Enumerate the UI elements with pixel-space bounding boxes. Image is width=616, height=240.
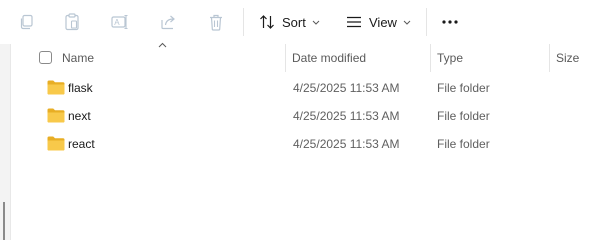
folder-icon — [47, 108, 65, 123]
folder-icon — [47, 80, 65, 95]
column-header-row: Name Date modified Type Size — [12, 42, 616, 72]
column-divider[interactable] — [549, 44, 550, 72]
copy-button[interactable] — [10, 0, 42, 44]
column-header-size[interactable]: Size — [556, 44, 612, 72]
view-label: View — [369, 14, 397, 30]
column-header-size-label: Size — [556, 51, 580, 65]
file-date-modified: 4/25/2025 11:53 AM — [293, 137, 400, 151]
column-header-date-modified[interactable]: Date modified — [292, 44, 432, 72]
file-date-modified: 4/25/2025 11:53 AM — [293, 109, 400, 123]
rename-icon: A — [111, 14, 128, 30]
column-header-name-label: Name — [62, 51, 95, 65]
view-button[interactable]: View — [338, 0, 414, 44]
delete-button[interactable] — [200, 0, 232, 44]
file-type: File folder — [437, 81, 490, 95]
sort-label: Sort — [282, 14, 306, 30]
file-row[interactable]: flask 4/25/2025 11:53 AM File folder — [12, 74, 616, 102]
paste-button[interactable] — [56, 0, 88, 44]
navigation-pane-edge — [0, 44, 11, 240]
file-date-modified: 4/25/2025 11:53 AM — [293, 81, 400, 95]
file-type: File folder — [437, 109, 490, 123]
column-header-date-label: Date modified — [292, 51, 367, 65]
command-bar: A Sort View — [0, 0, 616, 44]
file-row[interactable]: next 4/25/2025 11:53 AM File folder — [12, 102, 616, 130]
sort-icon — [260, 15, 274, 29]
scrollbar-thumb[interactable] — [3, 202, 5, 240]
file-size — [556, 74, 612, 102]
copy-icon — [20, 14, 33, 30]
select-all-checkbox[interactable] — [39, 51, 52, 64]
file-row[interactable]: react 4/25/2025 11:53 AM File folder — [12, 130, 616, 158]
chevron-down-icon — [312, 20, 320, 25]
share-button[interactable] — [152, 0, 184, 44]
column-divider[interactable] — [430, 44, 431, 72]
more-icon — [442, 20, 458, 24]
chevron-down-icon — [403, 20, 411, 25]
folder-icon — [47, 136, 65, 151]
share-icon — [160, 15, 175, 30]
file-size — [556, 130, 612, 158]
file-type: File folder — [437, 137, 490, 151]
file-name: react — [68, 137, 95, 151]
view-icon — [347, 16, 361, 28]
toolbar-separator — [426, 8, 427, 36]
column-header-name[interactable]: Name — [62, 44, 284, 72]
column-divider[interactable] — [285, 44, 286, 72]
sort-button[interactable]: Sort — [252, 0, 328, 44]
paste-icon — [65, 13, 79, 31]
file-size — [556, 102, 612, 130]
file-name: next — [68, 109, 91, 123]
file-list: Name Date modified Type Size flask 4/25/… — [12, 42, 616, 240]
delete-icon — [210, 14, 222, 31]
rename-button[interactable]: A — [104, 0, 136, 44]
svg-text:A: A — [114, 18, 120, 27]
toolbar-separator — [243, 8, 244, 36]
column-header-type[interactable]: Type — [437, 44, 547, 72]
file-name: flask — [68, 81, 93, 95]
column-header-type-label: Type — [437, 51, 464, 65]
more-options-button[interactable] — [434, 0, 466, 44]
